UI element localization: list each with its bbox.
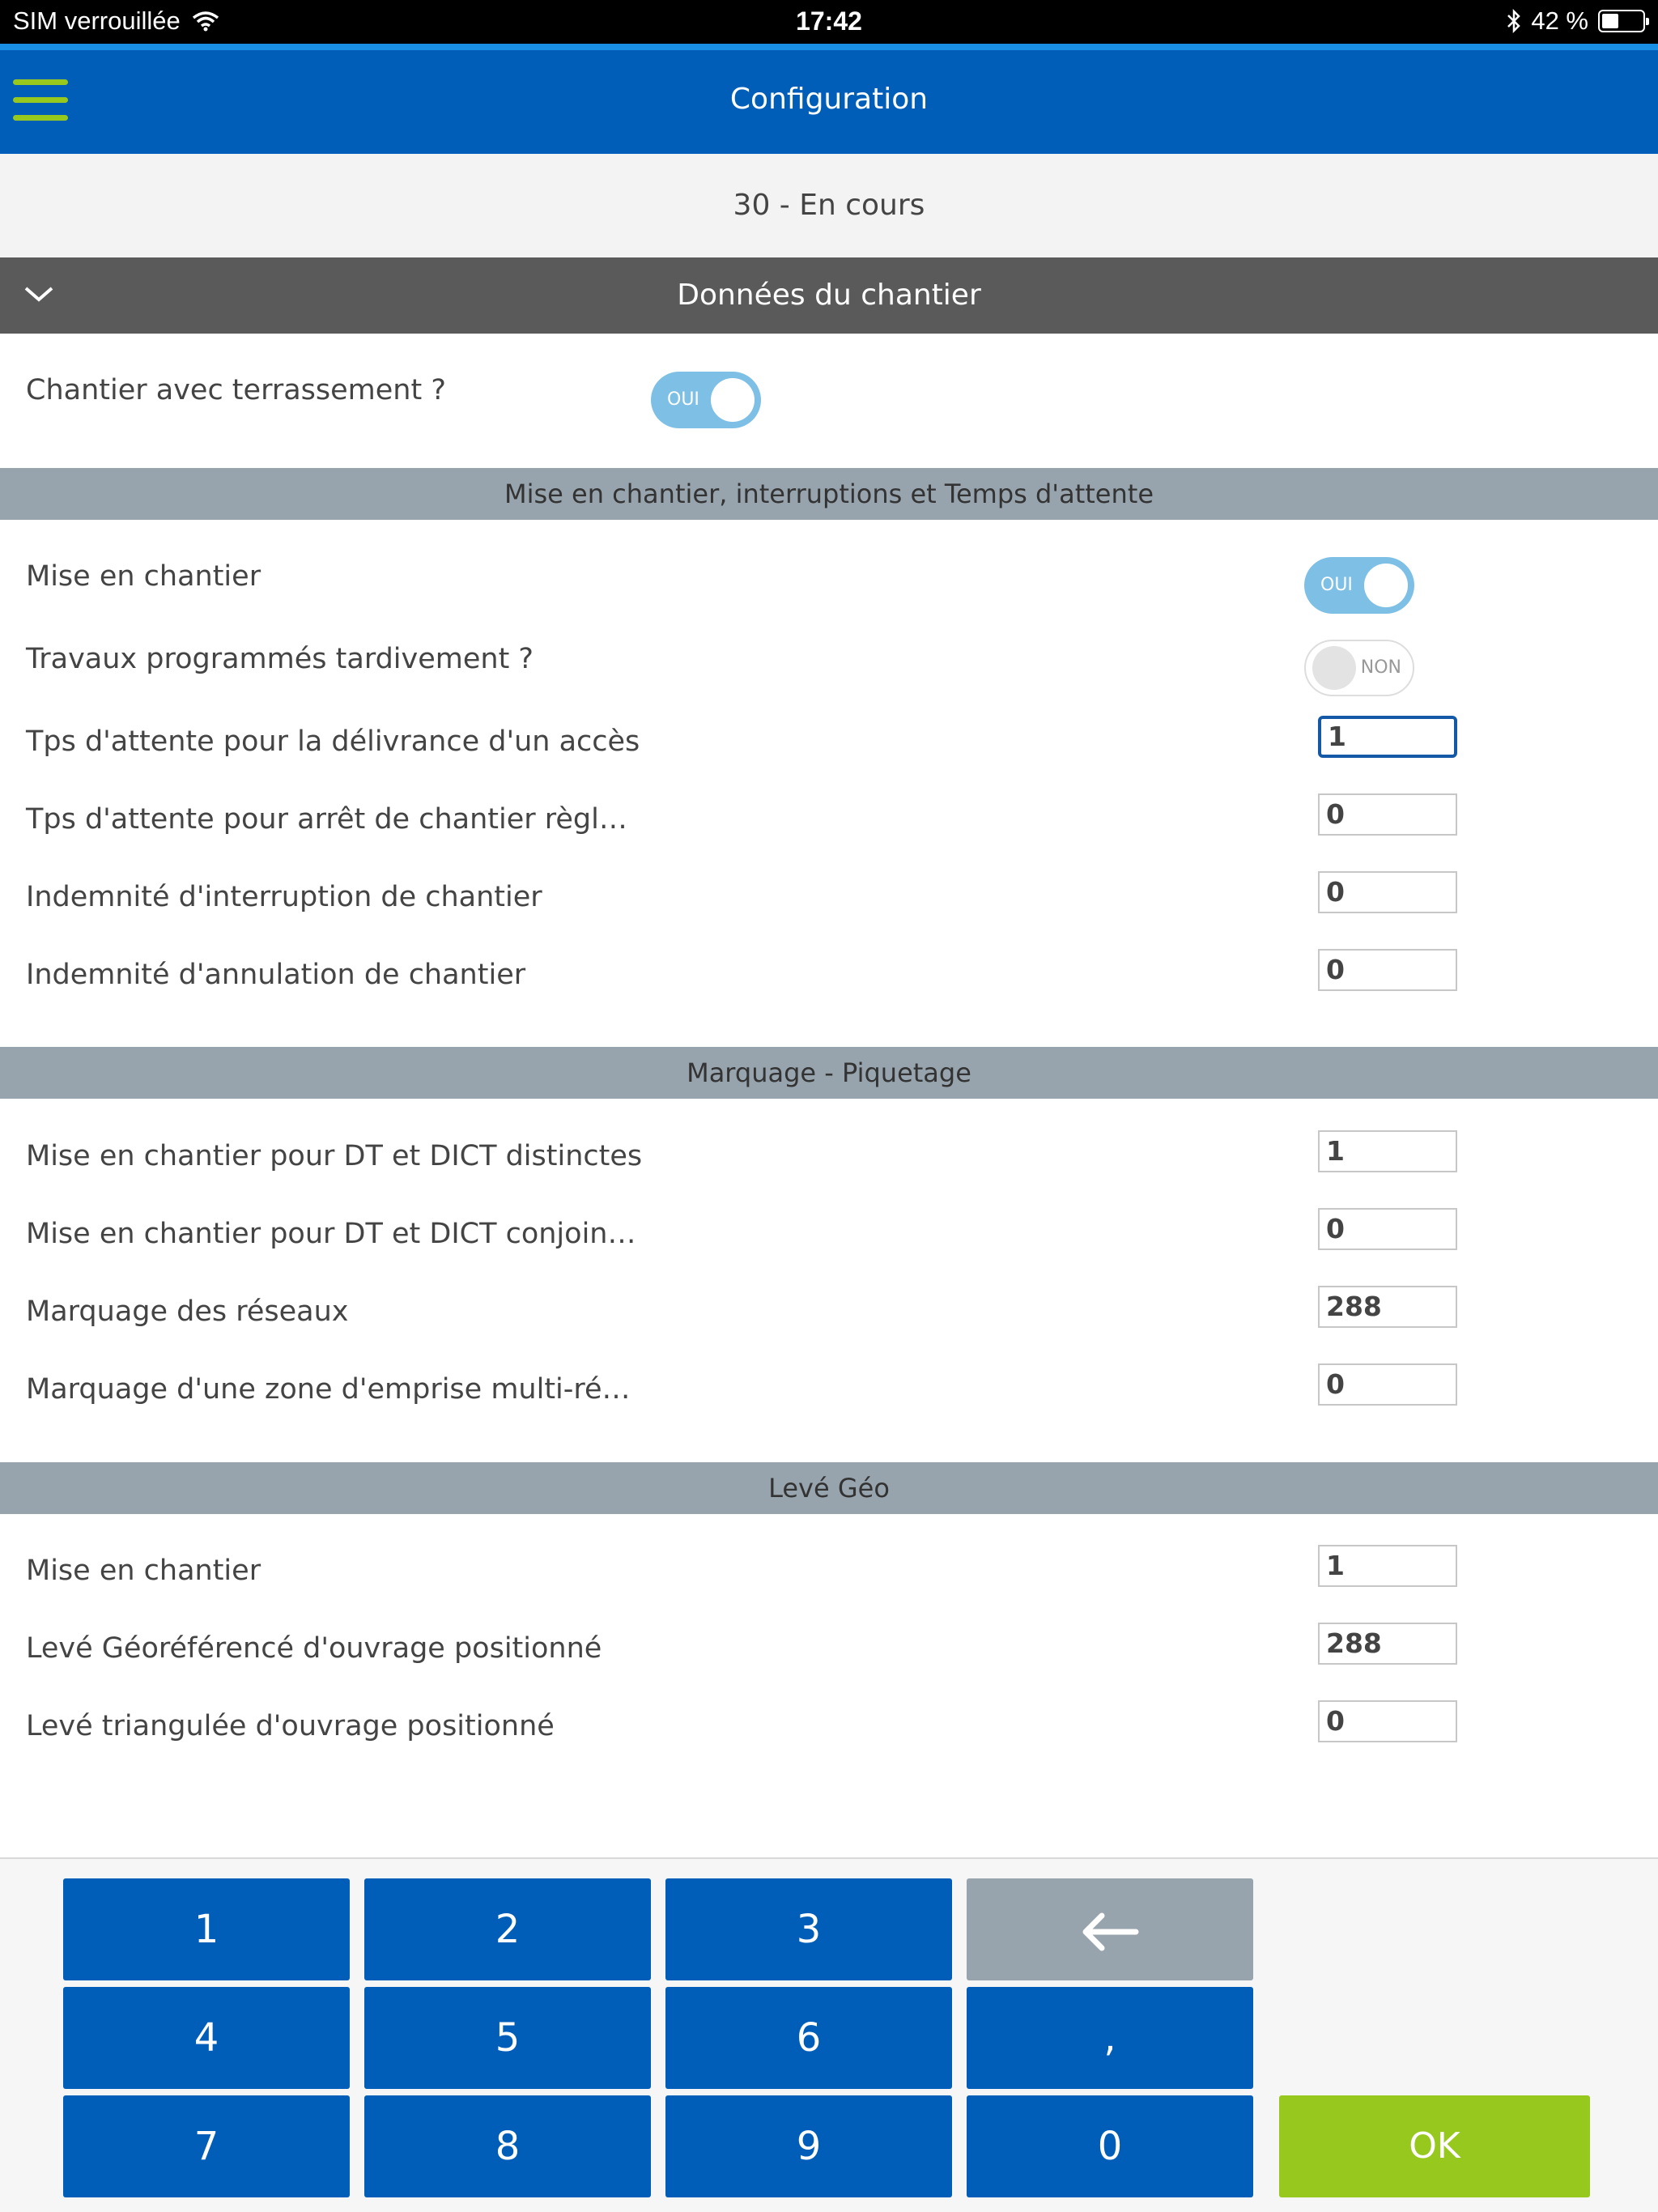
toggle-state-label: OUI bbox=[667, 389, 699, 410]
battery-icon bbox=[1598, 10, 1649, 32]
section-donnees-chantier[interactable]: Données du chantier bbox=[0, 257, 1658, 334]
battery-percent: 42 % bbox=[1531, 6, 1588, 35]
row-label-zone-emprise: Marquage d'une zone d'emprise multi-ré… bbox=[26, 1373, 631, 1406]
row-label-leve-georeference: Levé Géoréférencé d'ouvrage positionné bbox=[26, 1632, 602, 1665]
key-comma[interactable]: , bbox=[967, 1987, 1253, 2089]
clock: 17:42 bbox=[796, 6, 862, 36]
toggle-state-label: OUI bbox=[1320, 575, 1353, 595]
toggle-knob bbox=[1364, 564, 1408, 607]
row-label-leve-mise-en-chantier: Mise en chantier bbox=[26, 1555, 261, 1587]
numeric-keypad: 1 2 3 4 5 6 , 7 8 9 0 OK bbox=[0, 1857, 1658, 2212]
arrow-left-icon bbox=[1082, 1912, 1139, 1951]
leve-georeference-input[interactable]: 288 bbox=[1318, 1623, 1457, 1665]
row-label-dt-dict-conjointes: Mise en chantier pour DT et DICT conjoin… bbox=[26, 1218, 636, 1250]
row-label-indemnite-interruption: Indemnité d'interruption de chantier bbox=[26, 881, 542, 913]
key-1[interactable]: 1 bbox=[63, 1878, 350, 1980]
row-label-indemnite-annulation: Indemnité d'annulation de chantier bbox=[26, 959, 526, 991]
nav-bar: Configuration bbox=[0, 44, 1658, 154]
travaux-tardifs-toggle[interactable]: NON bbox=[1304, 640, 1414, 696]
group-header-mise-en-chantier: Mise en chantier, interruptions et Temps… bbox=[0, 468, 1658, 520]
attente-arret-input[interactable]: 0 bbox=[1318, 793, 1457, 836]
row-label-mise-en-chantier: Mise en chantier bbox=[26, 560, 261, 593]
dt-dict-conjointes-input[interactable]: 0 bbox=[1318, 1208, 1457, 1250]
toggle-knob bbox=[711, 378, 755, 422]
status-header: 30 - En cours bbox=[0, 154, 1658, 257]
status-bar: SIM verrouillée 17:42 42 % bbox=[0, 0, 1658, 44]
key-6[interactable]: 6 bbox=[665, 1987, 952, 2089]
leve-triangulee-input[interactable]: 0 bbox=[1318, 1700, 1457, 1742]
marquage-reseaux-input[interactable]: 288 bbox=[1318, 1286, 1457, 1328]
indemnite-interruption-input[interactable]: 0 bbox=[1318, 871, 1457, 913]
key-0[interactable]: 0 bbox=[967, 2095, 1253, 2197]
toggle-state-label: NON bbox=[1360, 657, 1401, 678]
attente-acces-input[interactable]: 1 bbox=[1318, 716, 1457, 758]
row-label-travaux-tardifs: Travaux programmés tardivement ? bbox=[26, 643, 534, 675]
mise-en-chantier-toggle[interactable]: OUI bbox=[1304, 557, 1414, 614]
row-label-attente-acces: Tps d'attente pour la délivrance d'un ac… bbox=[26, 725, 640, 758]
dt-dict-distinctes-input[interactable]: 1 bbox=[1318, 1130, 1457, 1172]
row-label-marquage-reseaux: Marquage des réseaux bbox=[26, 1295, 349, 1328]
toggle-knob bbox=[1312, 646, 1356, 690]
row-label-attente-arret: Tps d'attente pour arrêt de chantier règ… bbox=[26, 803, 627, 836]
group-header-marquage: Marquage - Piquetage bbox=[0, 1047, 1658, 1099]
key-8[interactable]: 8 bbox=[364, 2095, 651, 2197]
page-title: Configuration bbox=[729, 83, 929, 116]
key-2[interactable]: 2 bbox=[364, 1878, 651, 1980]
zone-emprise-input[interactable]: 0 bbox=[1318, 1363, 1457, 1406]
backspace-key[interactable] bbox=[967, 1878, 1253, 1980]
key-7[interactable]: 7 bbox=[63, 2095, 350, 2197]
key-3[interactable]: 3 bbox=[665, 1878, 952, 1980]
row-label-leve-triangulee: Levé triangulée d'ouvrage positionné bbox=[26, 1710, 555, 1742]
chevron-down-icon bbox=[24, 287, 53, 302]
row-label-dt-dict-distinctes: Mise en chantier pour DT et DICT distinc… bbox=[26, 1140, 643, 1172]
key-5[interactable]: 5 bbox=[364, 1987, 651, 2089]
indemnite-annulation-input[interactable]: 0 bbox=[1318, 949, 1457, 991]
terrassement-toggle[interactable]: OUI bbox=[651, 372, 761, 428]
bluetooth-icon bbox=[1507, 9, 1521, 33]
terrassement-label: Chantier avec terrassement ? bbox=[26, 374, 446, 406]
ok-button[interactable]: OK bbox=[1279, 2095, 1590, 2197]
group-header-leve-geo: Levé Géo bbox=[0, 1462, 1658, 1514]
section-title: Données du chantier bbox=[677, 279, 981, 312]
key-9[interactable]: 9 bbox=[665, 2095, 952, 2197]
key-4[interactable]: 4 bbox=[63, 1987, 350, 2089]
leve-mise-en-chantier-input[interactable]: 1 bbox=[1318, 1545, 1457, 1587]
